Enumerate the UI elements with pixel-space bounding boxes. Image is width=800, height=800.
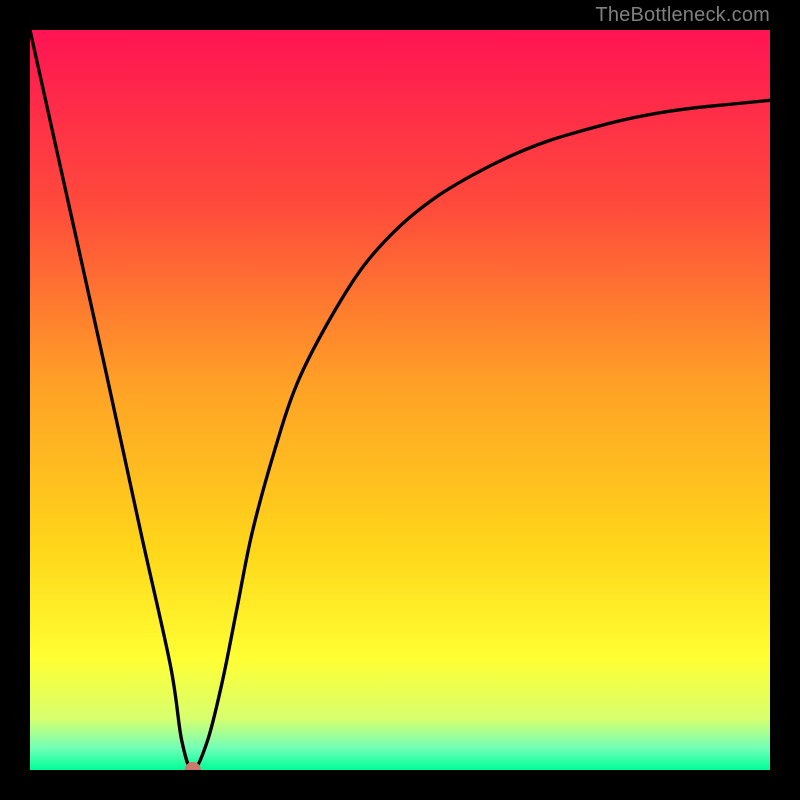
- bottleneck-curve: [30, 30, 770, 770]
- curve-layer: [30, 30, 770, 770]
- watermark-text: TheBottleneck.com: [595, 4, 770, 27]
- chart-frame: TheBottleneck.com: [0, 0, 800, 800]
- plot-area: [30, 30, 770, 770]
